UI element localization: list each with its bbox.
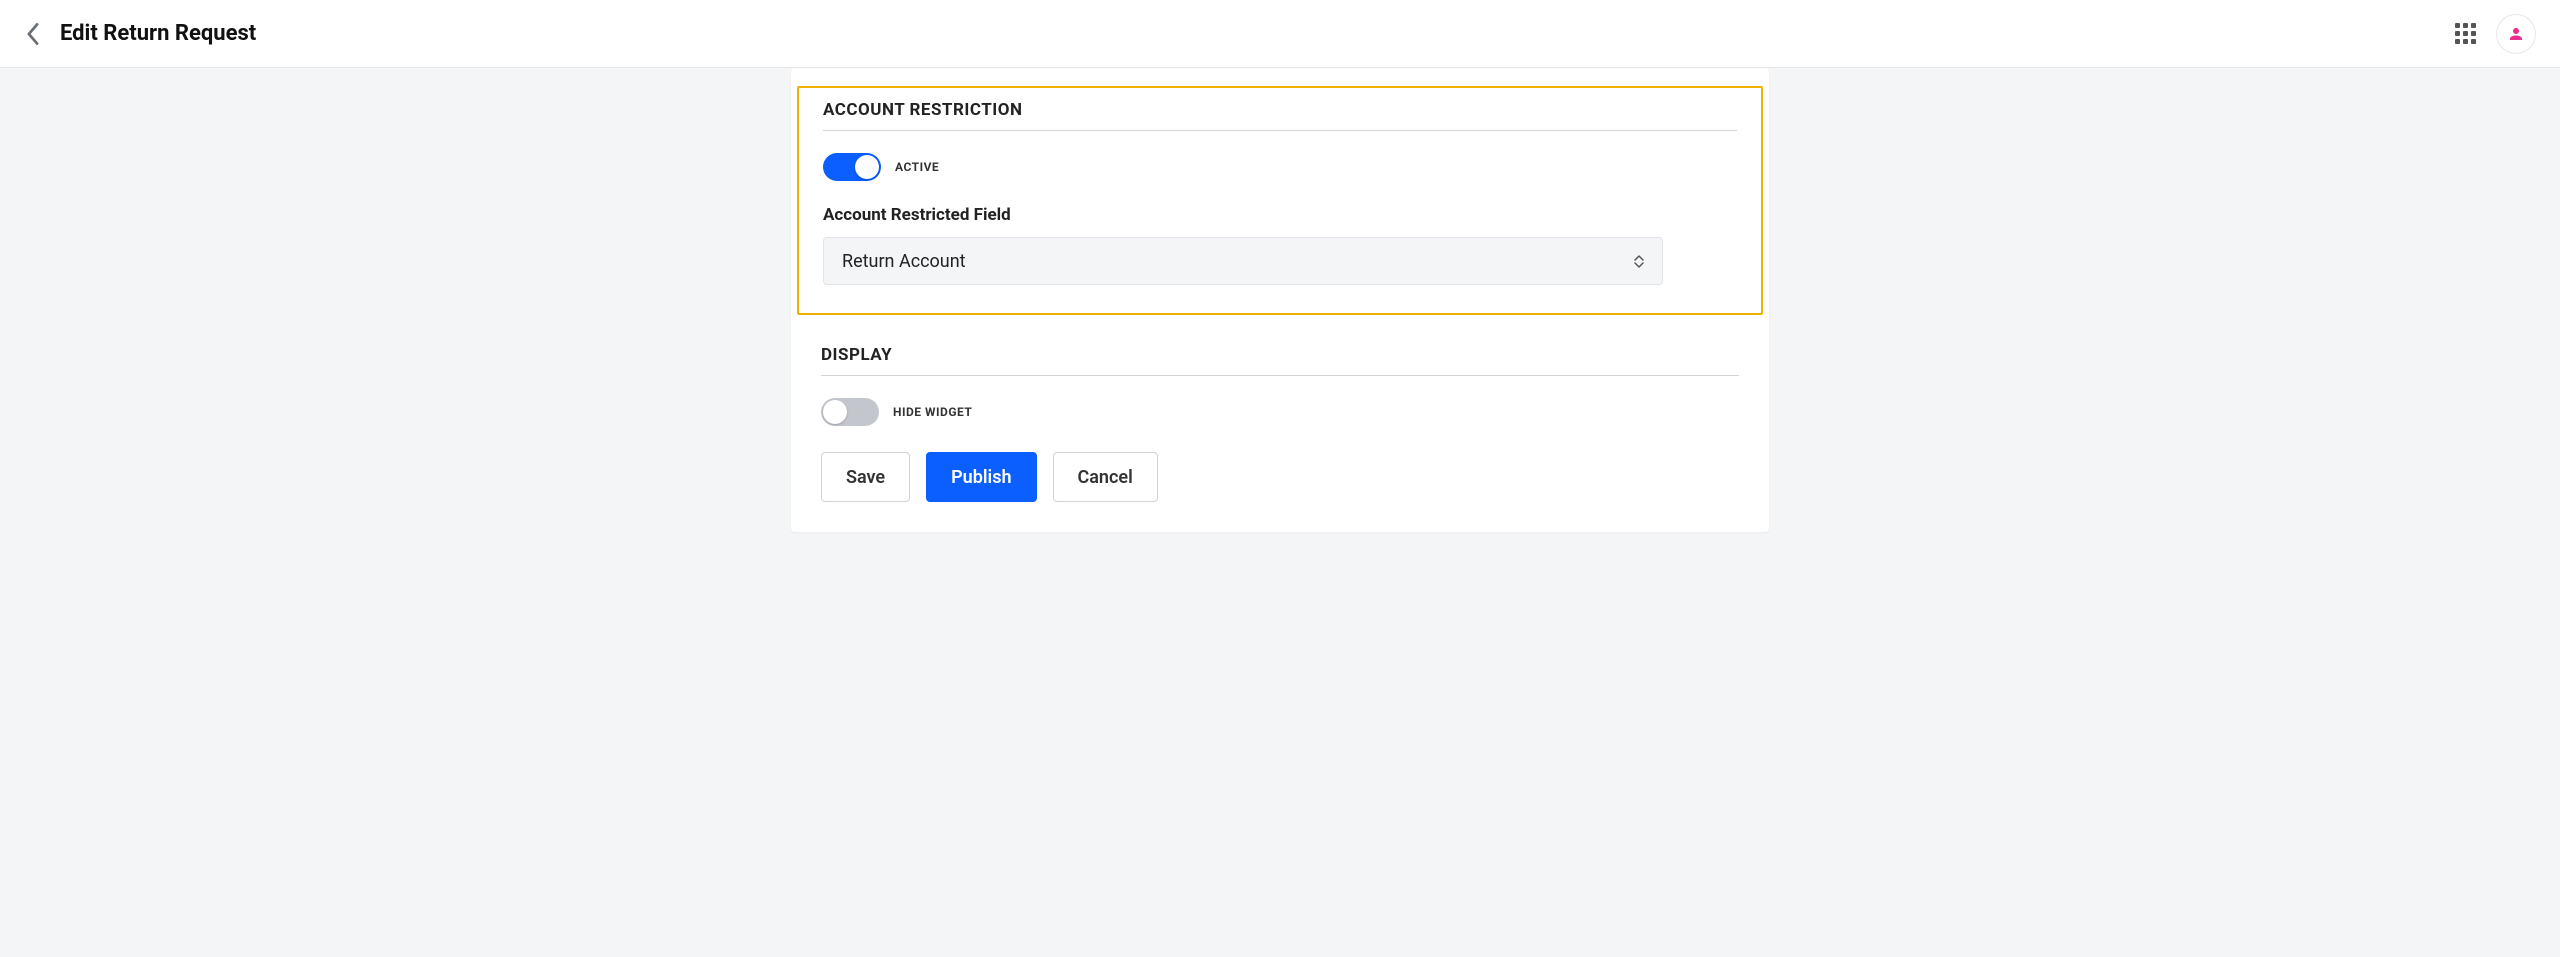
form-card: ACCOUNT RESTRICTION ACTIVE Account Restr… <box>791 68 1769 532</box>
back-button[interactable] <box>24 25 42 43</box>
page-body: ACCOUNT RESTRICTION ACTIVE Account Restr… <box>0 68 2560 572</box>
account-restriction-title: ACCOUNT RESTRICTION <box>823 100 1737 131</box>
display-title: DISPLAY <box>821 345 1739 376</box>
publish-button[interactable]: Publish <box>926 452 1036 502</box>
topbar: Edit Return Request <box>0 0 2560 68</box>
topbar-right <box>2455 14 2536 54</box>
cancel-button[interactable]: Cancel <box>1053 452 1158 502</box>
hide-widget-toggle-label: HIDE WIDGET <box>893 405 972 419</box>
save-button[interactable]: Save <box>821 452 910 502</box>
select-value: Return Account <box>842 251 966 272</box>
active-toggle-row: ACTIVE <box>823 153 1737 181</box>
active-toggle[interactable] <box>823 153 881 181</box>
topbar-left: Edit Return Request <box>24 21 256 46</box>
user-icon <box>2507 25 2525 43</box>
apps-grid-icon[interactable] <box>2455 23 2476 44</box>
hide-widget-toggle[interactable] <box>821 398 879 426</box>
hide-widget-toggle-row: HIDE WIDGET <box>821 398 1739 426</box>
account-restricted-field-label: Account Restricted Field <box>823 205 1737 225</box>
button-row: Save Publish Cancel <box>821 452 1739 502</box>
chevron-updown-icon <box>1634 255 1644 268</box>
display-section: DISPLAY HIDE WIDGET Save Publish Cancel <box>821 337 1739 502</box>
toggle-knob <box>823 400 847 424</box>
account-restricted-field-select[interactable]: Return Account <box>823 237 1663 285</box>
active-toggle-label: ACTIVE <box>895 160 939 174</box>
toggle-knob <box>855 155 879 179</box>
chevron-left-icon <box>26 23 40 45</box>
page-title: Edit Return Request <box>60 21 256 46</box>
account-restriction-highlight: ACCOUNT RESTRICTION ACTIVE Account Restr… <box>797 86 1763 315</box>
user-avatar[interactable] <box>2496 14 2536 54</box>
